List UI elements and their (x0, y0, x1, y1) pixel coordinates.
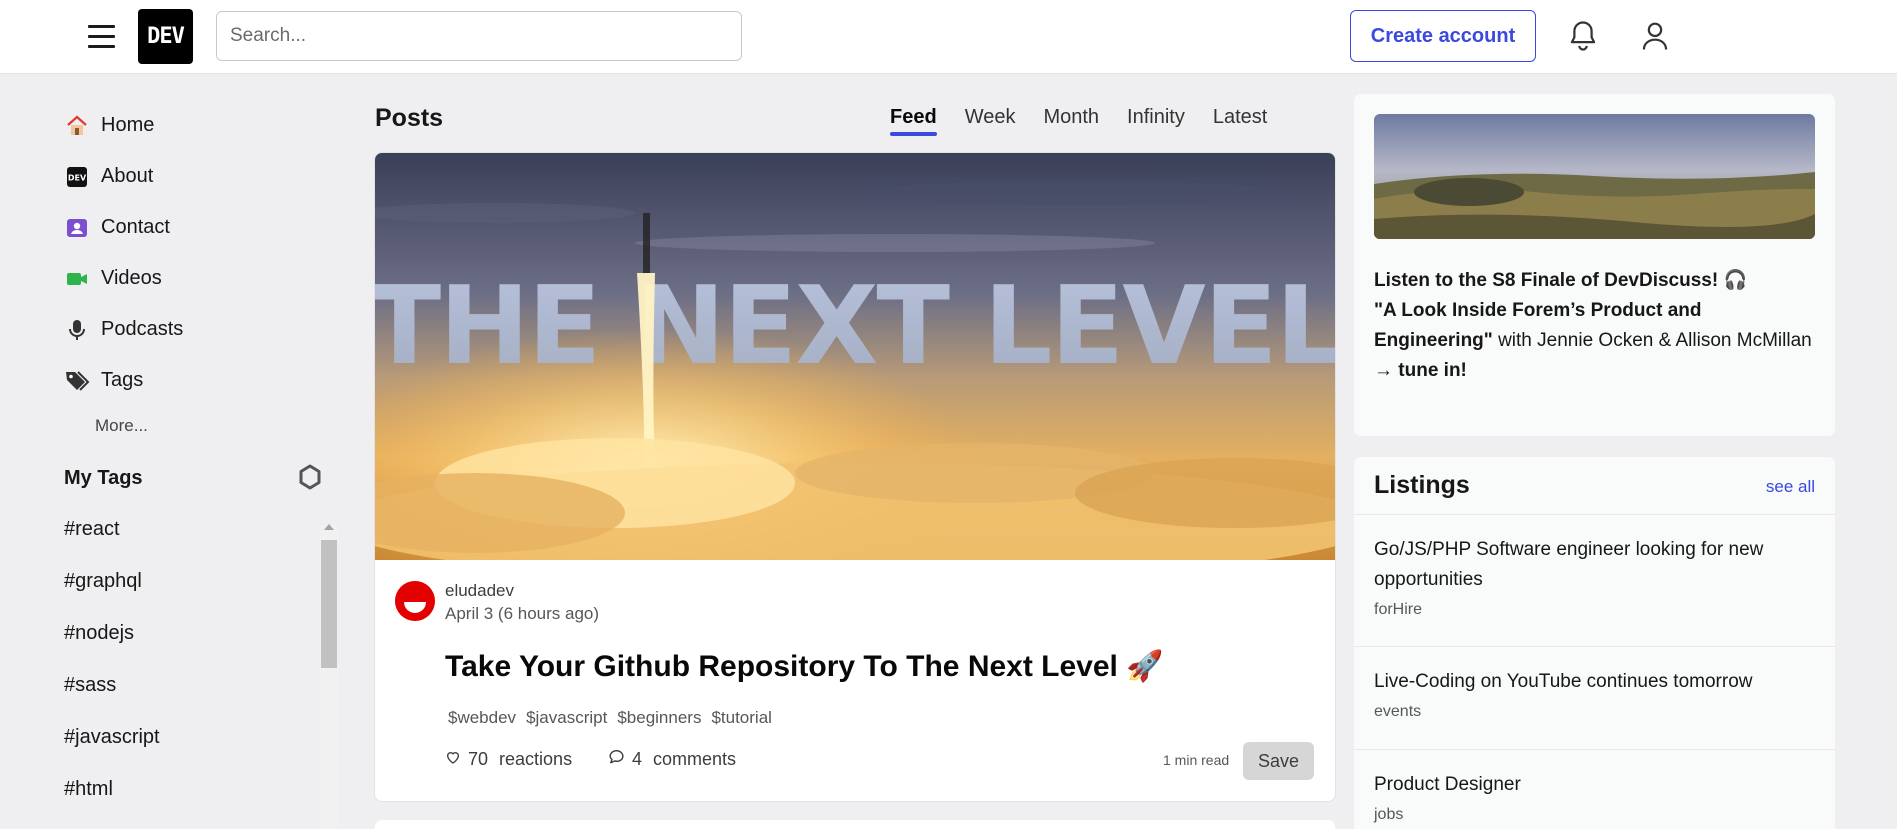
listing-title[interactable]: Product Designer (1374, 770, 1815, 800)
tab-month[interactable]: Month (1029, 104, 1113, 141)
search-input[interactable] (216, 11, 742, 61)
promo-image[interactable] (1374, 114, 1815, 239)
heart-icon (445, 749, 461, 770)
comment-bubble-icon (608, 749, 625, 770)
hexagon-settings-icon[interactable] (295, 462, 325, 492)
sidebar-item-label: About (101, 165, 154, 187)
post-title[interactable]: Take Your Github Repository To The Next … (445, 649, 1164, 684)
post-tag[interactable]: $tutorial (711, 708, 771, 728)
listing-item[interactable]: Live-Coding on YouTube continues tomorro… (1354, 646, 1835, 749)
microphone-icon (64, 317, 90, 343)
tab-week[interactable]: Week (951, 104, 1030, 141)
video-camera-icon (64, 266, 90, 292)
tag-link[interactable]: #html (64, 778, 160, 829)
post-card: THE NEXT LEVEL eludadev April 3 (6 hours… (375, 153, 1335, 801)
post-tag[interactable]: $javascript (526, 708, 607, 728)
sidebar-item-tags[interactable]: Tags (64, 355, 344, 406)
listing-category: events (1374, 703, 1422, 720)
listing-category: jobs (1374, 806, 1404, 823)
feed-tabs: Feed Week Month Infinity Latest (876, 104, 1281, 141)
sidebar-nav: Home DEV About Contact Videos Podcasts T… (64, 100, 344, 436)
listings-heading: Listings (1374, 471, 1470, 499)
listing-item[interactable]: Go/JS/PHP Software engineer looking for … (1354, 514, 1835, 646)
svg-text:DEV: DEV (68, 173, 87, 182)
bell-icon[interactable] (1564, 17, 1602, 55)
post-tag[interactable]: $webdev (448, 708, 516, 728)
promo-text[interactable]: Listen to the S8 Finale of DevDiscuss! 🎧… (1374, 266, 1815, 386)
listings-widget: Listings see all Go/JS/PHP Software engi… (1354, 457, 1835, 829)
more-link[interactable]: More... (95, 416, 344, 436)
author-name[interactable]: eludadev (445, 581, 514, 601)
tag-link[interactable]: #graphql (64, 570, 160, 622)
tags-scrollbar-thumb[interactable] (321, 540, 337, 668)
sidebar-item-podcasts[interactable]: Podcasts (64, 304, 344, 355)
sidebar-item-label: Podcasts (101, 318, 184, 340)
tab-infinity[interactable]: Infinity (1113, 104, 1199, 141)
top-header: DEV Create account (0, 0, 1897, 74)
comments-label: comments (653, 749, 737, 769)
listing-item[interactable]: Product Designer jobs (1354, 749, 1835, 829)
dev-logo-icon: DEV (64, 164, 90, 190)
tab-feed[interactable]: Feed (876, 104, 951, 141)
comments-count: 4 (632, 749, 643, 769)
post-date[interactable]: April 3 (6 hours ago) (445, 604, 599, 624)
sidebar-item-label: Home (101, 114, 155, 136)
see-all-link[interactable]: see all (1766, 477, 1815, 497)
reactions-count: 70 (468, 749, 489, 769)
reactions-label: reactions (499, 749, 573, 769)
listing-title[interactable]: Go/JS/PHP Software engineer looking for … (1374, 535, 1815, 595)
posts-heading: Posts (375, 104, 444, 132)
tab-latest[interactable]: Latest (1199, 104, 1281, 141)
create-account-button[interactable]: Create account (1350, 10, 1536, 62)
tag-link[interactable]: #nodejs (64, 622, 160, 674)
sidebar-item-about[interactable]: DEV About (64, 151, 344, 202)
svg-text:THE NEXT LEVEL: THE NEXT LEVEL (375, 264, 1335, 389)
promo-guests: with Jennie Ocken & Allison McMillan (1492, 330, 1812, 351)
comments-button[interactable]: 4 comments (608, 749, 736, 770)
tag-link[interactable]: #react (64, 518, 160, 570)
promo-cta[interactable]: → tune in! (1374, 360, 1467, 381)
author-avatar[interactable] (395, 581, 435, 621)
dev-logo[interactable]: DEV (138, 9, 193, 64)
sidebar-item-home[interactable]: Home (64, 100, 344, 151)
post-tag[interactable]: $beginners (617, 708, 701, 728)
listing-title[interactable]: Live-Coding on YouTube continues tomorro… (1374, 667, 1815, 697)
my-tags-heading: My Tags (64, 467, 143, 489)
post-cover-image[interactable]: THE NEXT LEVEL (375, 153, 1335, 560)
hamburger-menu-icon[interactable] (84, 20, 120, 52)
tags-icon (64, 368, 90, 394)
next-post-card[interactable] (375, 820, 1335, 829)
listing-category: forHire (1374, 601, 1423, 618)
sidebar-item-label: Contact (101, 216, 170, 238)
house-icon (64, 113, 90, 139)
sidebar-item-label: Videos (101, 267, 162, 289)
scroll-up-arrow-icon[interactable] (324, 524, 334, 530)
contact-icon (64, 215, 90, 241)
reactions-button[interactable]: 70 reactions (445, 749, 572, 770)
sidebar-item-label: Tags (101, 369, 144, 391)
user-profile-icon[interactable] (1636, 17, 1674, 55)
sidebar-item-videos[interactable]: Videos (64, 253, 344, 304)
sidebar-item-contact[interactable]: Contact (64, 202, 344, 253)
promo-headline: Listen to the S8 Finale of DevDiscuss! 🎧 (1374, 270, 1748, 291)
read-time: 1 min read (1163, 752, 1230, 768)
tag-link[interactable]: #javascript (64, 726, 160, 778)
save-button[interactable]: Save (1243, 742, 1314, 780)
post-tags: $webdev $javascript $beginners $tutorial (448, 708, 772, 728)
tag-link[interactable]: #sass (64, 674, 160, 726)
promo-widget: Listen to the S8 Finale of DevDiscuss! 🎧… (1354, 94, 1835, 436)
my-tags-list: #react #graphql #nodejs #sass #javascrip… (64, 518, 160, 829)
